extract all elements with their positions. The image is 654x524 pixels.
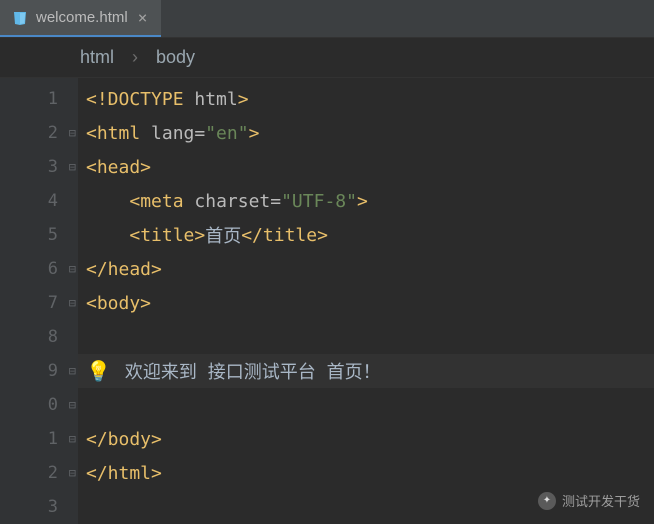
code-line: </head> xyxy=(78,252,654,286)
code-line xyxy=(78,388,654,422)
fold-icon[interactable]: ⊟ xyxy=(69,160,76,174)
breadcrumb-item[interactable]: body xyxy=(156,47,195,68)
fold-icon[interactable]: ⊟ xyxy=(69,262,76,276)
line-number: 0 xyxy=(48,395,58,415)
code-line: <meta charset="UTF-8"> xyxy=(78,184,654,218)
breadcrumb: html › body xyxy=(0,38,654,78)
lightbulb-icon[interactable]: 💡 xyxy=(86,359,111,383)
line-number: 3 xyxy=(48,497,58,517)
line-number: 2 xyxy=(48,123,58,143)
code-line: <title>首页</title> xyxy=(78,218,654,252)
code-line: </html> xyxy=(78,456,654,490)
code-line: </body> xyxy=(78,422,654,456)
tab-welcome[interactable]: welcome.html × xyxy=(0,0,161,37)
line-number: 2 xyxy=(48,463,58,483)
gutter: 1 2 ⊟ 3 ⊟ 4 5 6 ⊟ 7 ⊟ 8 9 ⊟ 0 ⊟ 1 ⊟ 2 ⊟ 3 xyxy=(0,78,78,524)
watermark-text: 测试开发干货 xyxy=(562,491,640,510)
line-number: 9 xyxy=(48,361,58,381)
html-file-icon xyxy=(12,10,28,26)
line-number: 3 xyxy=(48,157,58,177)
line-number: 1 xyxy=(48,429,58,449)
tab-label: welcome.html xyxy=(36,9,128,26)
close-icon[interactable]: × xyxy=(136,8,150,27)
line-number: 5 xyxy=(48,225,58,245)
code-line: <!DOCTYPE html> xyxy=(78,82,654,116)
editor: 1 2 ⊟ 3 ⊟ 4 5 6 ⊟ 7 ⊟ 8 9 ⊟ 0 ⊟ 1 ⊟ 2 ⊟ 3 <!DOCT… xyxy=(0,78,654,524)
line-number: 6 xyxy=(48,259,58,279)
fold-icon[interactable]: ⊟ xyxy=(69,296,76,310)
fold-icon[interactable]: ⊟ xyxy=(69,432,76,446)
fold-icon[interactable]: ⊟ xyxy=(69,398,76,412)
line-number: 4 xyxy=(48,191,58,211)
fold-icon[interactable]: ⊟ xyxy=(69,364,76,378)
chevron-right-icon: › xyxy=(132,47,138,68)
line-number: 7 xyxy=(48,293,58,313)
code-line: <html lang="en"> xyxy=(78,116,654,150)
fold-icon[interactable]: ⊟ xyxy=(69,126,76,140)
watermark: ✦ 测试开发干货 xyxy=(538,491,640,510)
line-number: 1 xyxy=(48,89,58,109)
code-line: <body> xyxy=(78,286,654,320)
tab-bar: welcome.html × xyxy=(0,0,654,38)
wechat-icon: ✦ xyxy=(538,492,556,510)
breadcrumb-item[interactable]: html xyxy=(80,47,114,68)
code-line xyxy=(78,320,654,354)
code-area[interactable]: <!DOCTYPE html> <html lang="en"> <head> … xyxy=(78,78,654,524)
code-line: <head> xyxy=(78,150,654,184)
fold-icon[interactable]: ⊟ xyxy=(69,466,76,480)
code-line-highlighted: 💡欢迎来到 接口测试平台 首页！ xyxy=(78,354,654,388)
line-number: 8 xyxy=(48,327,58,347)
